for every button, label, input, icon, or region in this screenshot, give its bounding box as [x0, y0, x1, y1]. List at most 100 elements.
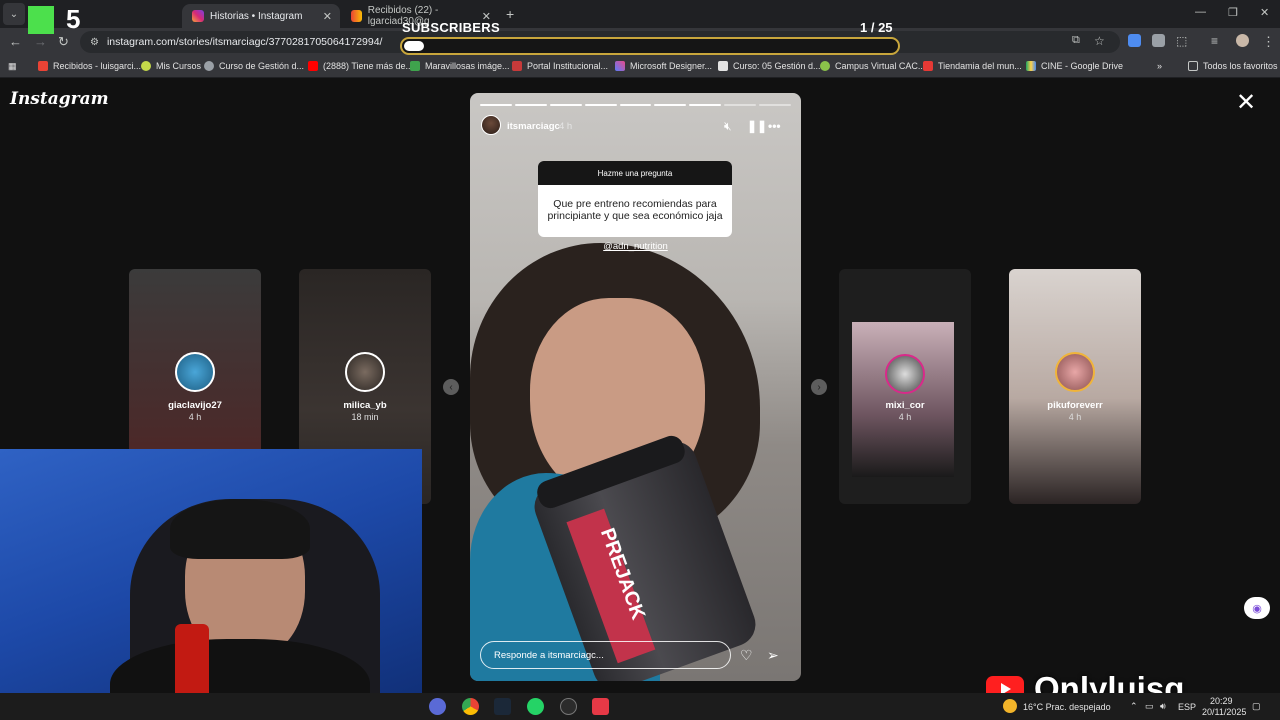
close-viewer-icon[interactable]: ✕ [1236, 91, 1256, 115]
story-progress-segment [619, 104, 652, 106]
back-icon[interactable]: ← [9, 34, 22, 49]
bookmark-item[interactable]: Maravillosas imáge... [410, 61, 510, 71]
volume-icon[interactable]: 🔊︎ [1160, 701, 1166, 712]
active-story[interactable]: itsmarciagc 4 h 🔇︎ ❚❚ ••• PREJACK Hazme … [470, 93, 801, 681]
extension-icon[interactable] [1128, 34, 1141, 47]
bookmark-item[interactable]: Tiendamia del mun... [923, 61, 1022, 71]
story-time: 4 h [1068, 412, 1082, 422]
more-menu-icon[interactable]: ⋮ [1262, 34, 1275, 50]
story-username: milica_yb [343, 400, 387, 411]
share-send-icon[interactable]: ➢ [767, 647, 779, 664]
more-options-icon[interactable]: ••• [768, 119, 781, 133]
bookmark-label: Microsoft Designer... [630, 61, 713, 71]
subscriber-goal-bar [400, 37, 900, 55]
folder-icon [1188, 61, 1198, 71]
story-username: mixi_cor [885, 400, 925, 411]
new-tab-icon[interactable]: + [506, 6, 514, 22]
media-control-icon[interactable]: ≡ [1211, 34, 1218, 48]
story-progress-segment [689, 104, 722, 106]
language-indicator[interactable]: ESP [1178, 702, 1196, 712]
story-avatar [885, 354, 925, 394]
tray-chevron-icon[interactable]: ⌃ [1130, 701, 1138, 712]
mute-icon[interactable]: 🔇︎ [724, 119, 732, 134]
reload-icon[interactable]: ↻ [58, 34, 69, 50]
bookmark-item[interactable]: Campus Virtual CAC... [820, 61, 925, 71]
gmail-icon [38, 61, 48, 71]
next-story-icon[interactable]: › [811, 379, 827, 395]
story-time: 4 h [559, 121, 573, 132]
clock-date[interactable]: 20/11/2025 [1202, 707, 1246, 717]
like-heart-icon[interactable]: ♡ [740, 647, 753, 664]
site-info-icon[interactable]: ⚙ [90, 37, 99, 48]
previous-story-icon[interactable]: ‹ [443, 379, 459, 395]
notifications-icon[interactable]: ▢ [1252, 701, 1261, 712]
reply-input[interactable]: Responde a itsmarciagc... [480, 641, 731, 669]
question-sticker-header: Hazme una pregunta [538, 161, 732, 185]
question-sticker[interactable]: Hazme una pregunta Que pre entreno recom… [538, 161, 732, 237]
tab-search-button[interactable]: ⌄ [3, 3, 25, 25]
close-tab-icon[interactable]: ✕ [323, 10, 332, 23]
site-icon [615, 61, 625, 71]
story-progress-segment [480, 104, 512, 106]
weather-text[interactable]: 16°C Prac. despejado [1023, 702, 1111, 712]
minimize-icon[interactable]: — [1195, 6, 1206, 18]
site-icon [512, 61, 522, 71]
window-close-icon[interactable]: ✕ [1260, 6, 1269, 19]
side-story-card[interactable]: mixi_cor 4 h [839, 269, 971, 504]
floating-extension-icon[interactable]: ◉ [1244, 597, 1270, 619]
steam-icon[interactable] [494, 698, 511, 715]
site-icon [141, 61, 151, 71]
bookmark-label: Curso: 05 Gestión d... [733, 61, 821, 71]
mention-sticker[interactable]: @adn_nutrition [470, 241, 801, 252]
bookmarks-overflow-icon[interactable]: » [1157, 61, 1162, 71]
story-progress-segment [654, 104, 687, 106]
bookmark-item[interactable]: (2888) Tiene más de... [308, 61, 413, 71]
story-progress-segment [584, 104, 617, 106]
bookmark-label: Todos los favoritos [1203, 61, 1278, 71]
install-app-icon[interactable]: ⧉ [1072, 34, 1080, 47]
chrome-icon[interactable] [462, 698, 479, 715]
side-story-card[interactable]: pikuforeverr 4 h [1009, 269, 1141, 504]
instagram-logo[interactable]: Instagram [10, 89, 109, 109]
k5-logo-mark [28, 6, 54, 34]
story-avatar [175, 352, 215, 392]
discord-icon[interactable] [429, 698, 446, 715]
bookmark-item[interactable]: Mis Cursos [141, 61, 201, 71]
bookmark-item[interactable]: Curso: 05 Gestión d... [718, 61, 821, 71]
story-avatar [345, 352, 385, 392]
bookmark-item[interactable]: CINE - Google Drive [1026, 61, 1123, 71]
extensions-puzzle-icon[interactable]: ⬚ [1176, 34, 1187, 48]
app-icon[interactable] [592, 698, 609, 715]
bookmark-item[interactable]: Microsoft Designer... [615, 61, 712, 71]
obs-icon[interactable] [560, 698, 577, 715]
bookmark-item[interactable]: Curso de Gestión d... [204, 61, 304, 71]
apps-grid-icon[interactable]: ▦ [8, 61, 17, 72]
story-author-avatar[interactable] [481, 115, 501, 135]
all-bookmarks[interactable]: Todos los favoritos [1188, 61, 1278, 71]
network-icon[interactable]: ▭ [1145, 701, 1154, 712]
bookmark-label: (2888) Tiene más de... [323, 61, 414, 71]
tab-instagram[interactable]: Historias • Instagram ✕ [182, 4, 340, 28]
bookmark-label: Maravillosas imáge... [425, 61, 510, 71]
url-text: instagram.com/stories/itsmarciagc/377028… [106, 36, 383, 48]
site-icon [820, 61, 830, 71]
site-icon [718, 61, 728, 71]
restore-icon[interactable]: ❐ [1228, 6, 1238, 19]
extension-icon[interactable] [1152, 34, 1165, 47]
weather-icon[interactable] [1003, 699, 1017, 713]
tab-bar: ⌄ Historias • Instagram ✕ Recibidos (22)… [0, 0, 1280, 28]
pause-icon[interactable]: ❚❚ [747, 119, 767, 133]
clock-time[interactable]: 20:29 [1210, 696, 1233, 706]
webcam-cap [170, 499, 310, 559]
profile-avatar[interactable] [1236, 34, 1249, 47]
story-author-name[interactable]: itsmarciagc [507, 121, 560, 132]
question-sticker-text: Que pre entreno recomiendas para princip… [538, 185, 732, 237]
story-username: giaclavijo27 [168, 400, 222, 411]
bookmark-star-icon[interactable]: ☆ [1094, 34, 1105, 48]
story-progress-segment [514, 104, 547, 106]
bookmark-item[interactable]: Recibidos - luisgarci... [38, 61, 141, 71]
site-icon [923, 61, 933, 71]
bookmark-item[interactable]: Portal Institucional... [512, 61, 608, 71]
subscriber-goal-label: SUBSCRIBERS [402, 20, 500, 35]
whatsapp-icon[interactable] [527, 698, 544, 715]
